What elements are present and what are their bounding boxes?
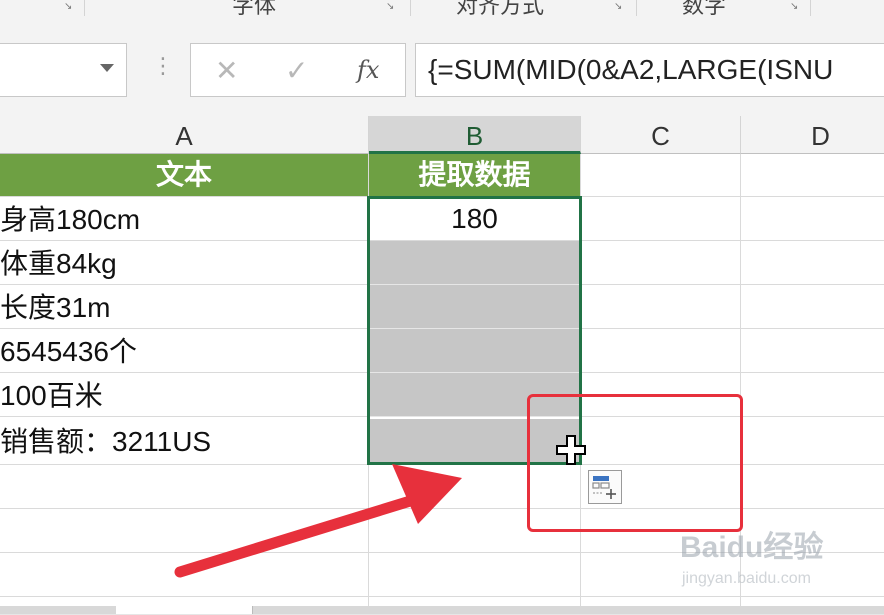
dialog-launcher-icon[interactable]: ↘ bbox=[64, 1, 75, 12]
quick-analysis-icon[interactable] bbox=[588, 470, 622, 504]
cell-a4[interactable]: 长度31m bbox=[0, 285, 368, 329]
ribbon-group-number: 数字 bbox=[682, 0, 727, 17]
gridline bbox=[0, 508, 884, 509]
watermark-text: Baidu经验 bbox=[680, 531, 824, 564]
ribbon-separator bbox=[810, 0, 811, 16]
ribbon-separator bbox=[636, 0, 637, 16]
ribbon-group-alignment: 对齐方式 bbox=[456, 0, 545, 17]
cell-a6[interactable]: 100百米 bbox=[0, 373, 368, 417]
formula-buttons: ✕ ✓ fx bbox=[190, 43, 406, 97]
watermark-url: jingyan.baidu.com bbox=[682, 570, 811, 587]
column-header-c[interactable]: C bbox=[581, 116, 741, 154]
ribbon-group-strip: ↘ 字体 ↘ 对齐方式 ↘ 数字 ↘ bbox=[0, 0, 884, 17]
sheet-tab[interactable] bbox=[0, 606, 117, 614]
cell-a1[interactable]: 文本 bbox=[0, 154, 368, 196]
horizontal-scrollbar[interactable] bbox=[252, 606, 884, 614]
formula-bar-area: ⋮ ✕ ✓ fx {=SUM(MID(0&A2,LARGE(ISNU bbox=[0, 16, 884, 116]
ribbon-separator bbox=[410, 0, 411, 16]
ribbon-group-font: 字体 bbox=[232, 0, 277, 17]
insert-function-icon[interactable]: fx bbox=[357, 56, 379, 84]
crosshair-plus-icon bbox=[556, 435, 586, 465]
cell-b1[interactable]: 提取数据 bbox=[369, 154, 580, 196]
dialog-launcher-icon[interactable]: ↘ bbox=[386, 1, 397, 12]
drag-handle-icon[interactable]: ⋮ bbox=[152, 56, 174, 78]
column-header-d[interactable]: D bbox=[741, 116, 884, 154]
column-header-a[interactable]: A bbox=[0, 116, 369, 154]
enter-icon[interactable]: ✓ bbox=[285, 54, 308, 87]
cancel-icon[interactable]: ✕ bbox=[215, 54, 238, 87]
column-header-b[interactable]: B bbox=[369, 116, 581, 154]
cell-a3[interactable]: 体重84kg bbox=[0, 241, 368, 285]
cell-a5[interactable]: 6545436个 bbox=[0, 329, 368, 373]
baidu-watermark: Baidu经验 jingyan.baidu.com bbox=[680, 522, 880, 602]
name-box[interactable] bbox=[0, 43, 127, 97]
cell-a7[interactable]: 销售额：3211US bbox=[0, 419, 368, 463]
formula-input[interactable]: {=SUM(MID(0&A2,LARGE(ISNU bbox=[415, 43, 884, 97]
dialog-launcher-icon[interactable]: ↘ bbox=[790, 1, 801, 12]
chevron-down-icon[interactable] bbox=[100, 64, 114, 72]
dialog-launcher-icon[interactable]: ↘ bbox=[614, 1, 625, 12]
sheet-tab-active[interactable] bbox=[116, 606, 252, 614]
cell-a2[interactable]: 身高180cm bbox=[0, 197, 368, 241]
ribbon-separator bbox=[84, 0, 85, 16]
